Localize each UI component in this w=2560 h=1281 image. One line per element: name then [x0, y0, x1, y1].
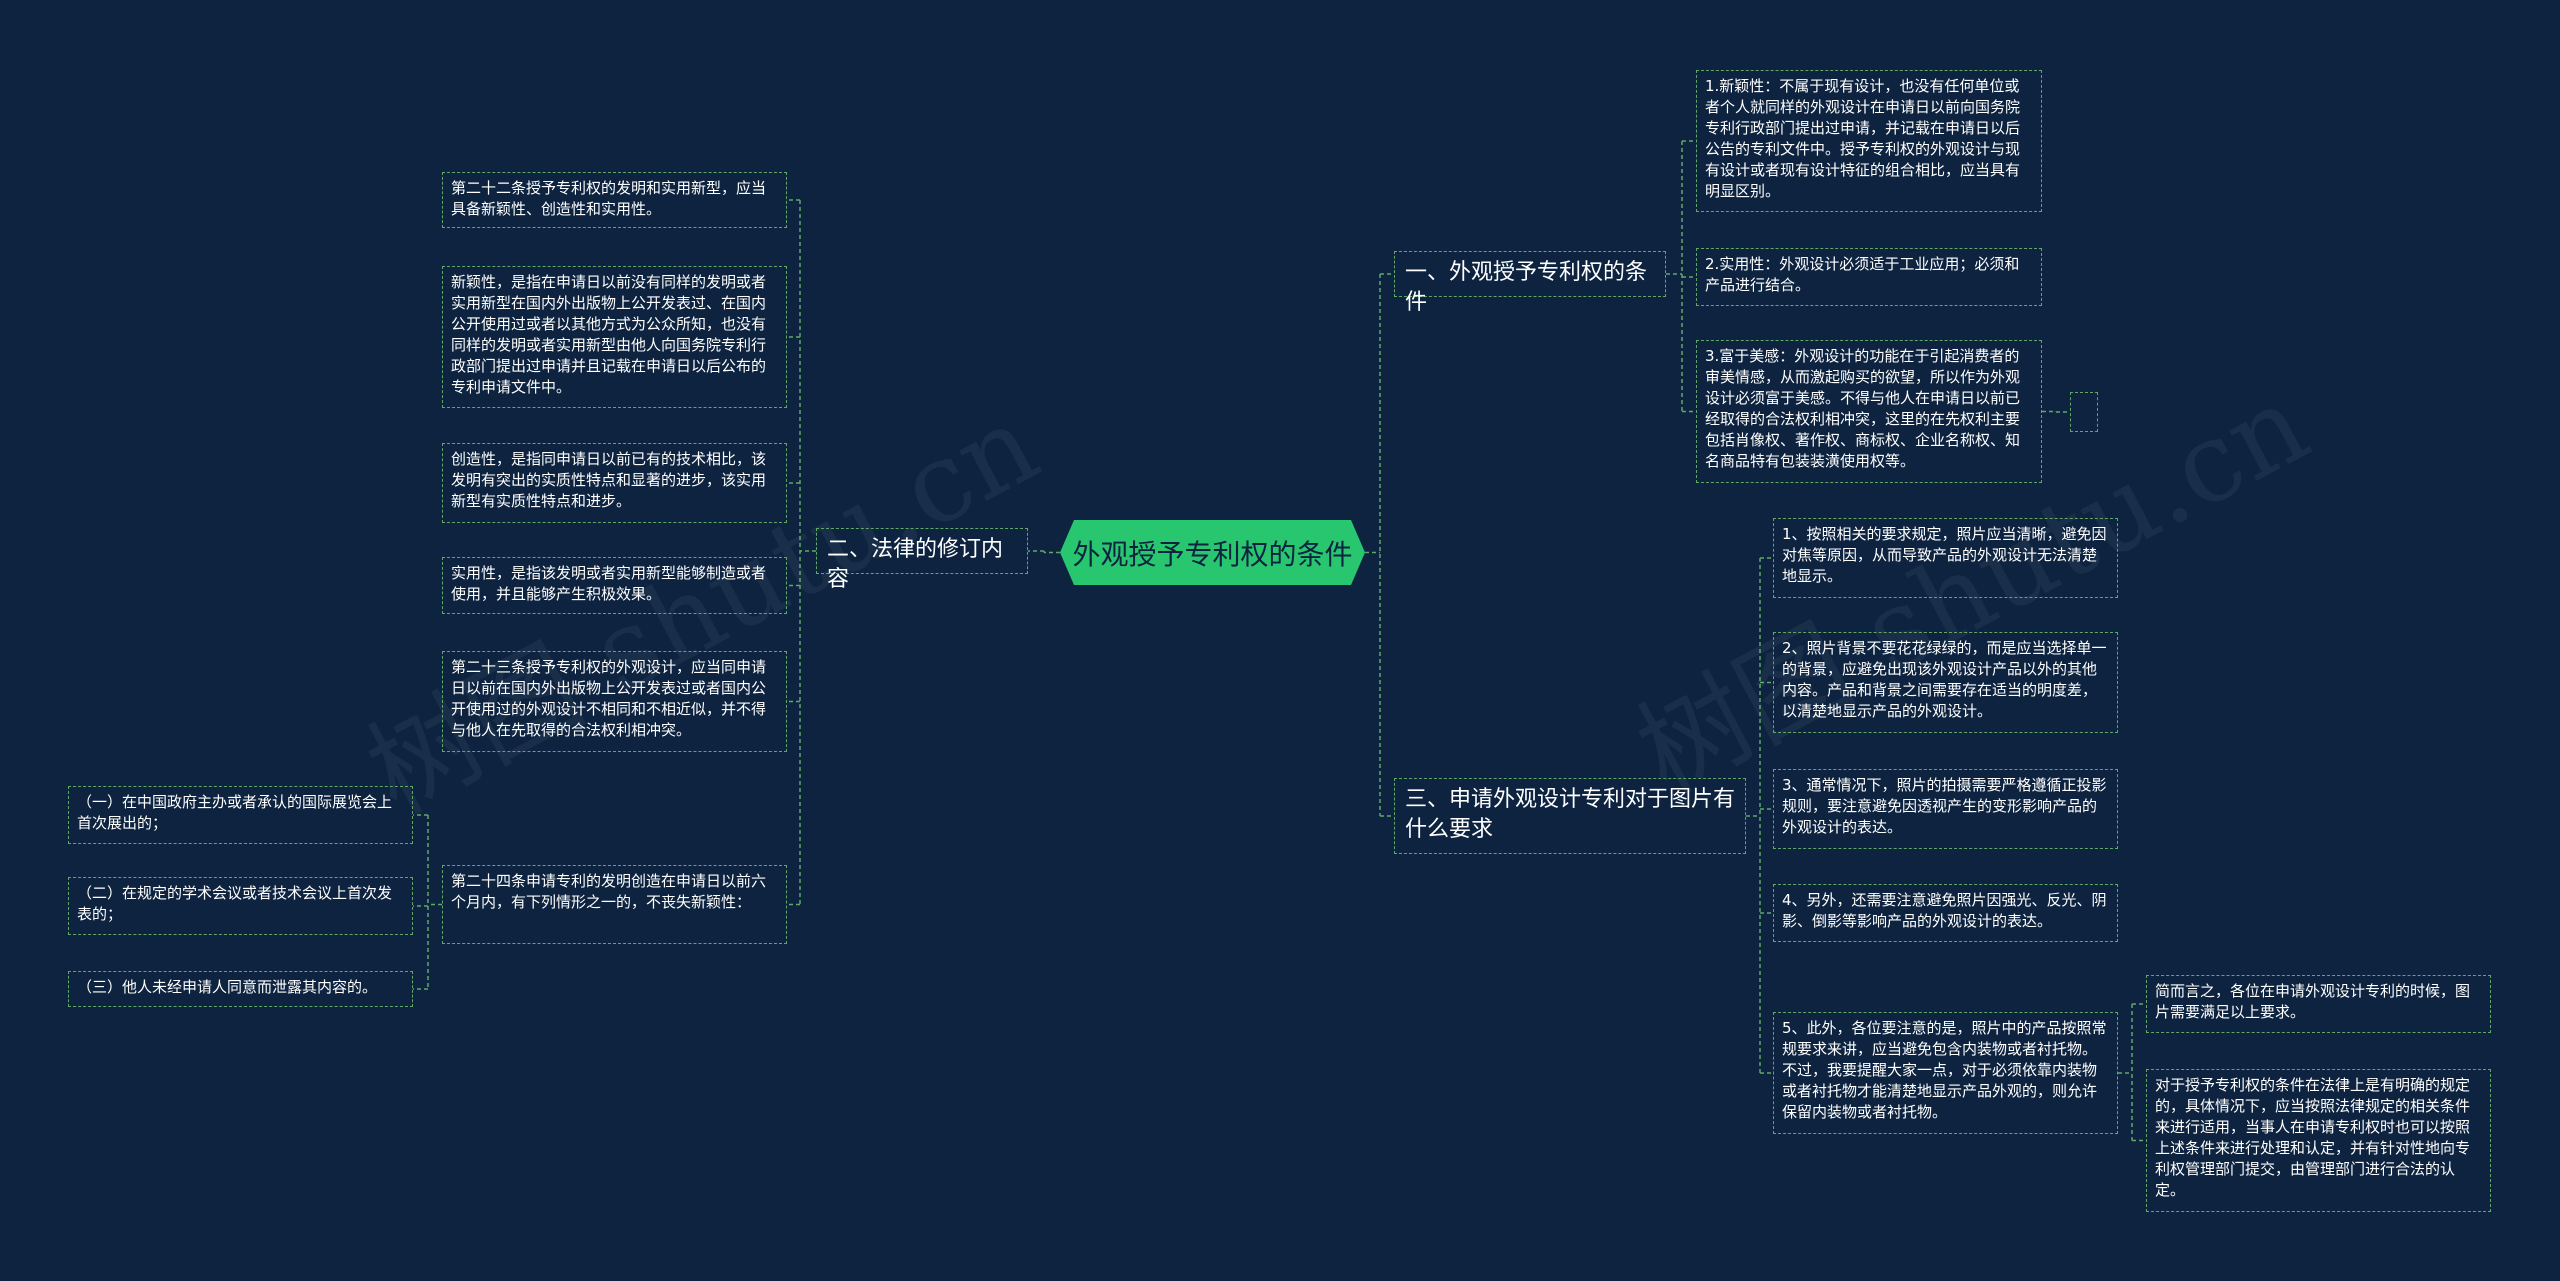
- leaf-photo-lighting[interactable]: 4、另外，还需要注意避免照片因强光、反光、阴影、倒影等影响产品的外观设计的表达。: [1773, 884, 2118, 942]
- branch-photo-requirements[interactable]: 三、申请外观设计专利对于图片有什么要求: [1394, 778, 1746, 854]
- leaf-photo-contents[interactable]: 5、此外，各位要注意的是，照片中的产品按照常规要求来讲，应当避免包含内装物或者衬…: [1773, 1012, 2118, 1134]
- empty-topic-node[interactable]: [2070, 392, 2098, 432]
- leaf-article-23[interactable]: 第二十三条授予专利权的外观设计，应当同申请日以前在国内外出版物上公开发表过或者国…: [442, 651, 787, 752]
- branch-legal-revisions[interactable]: 二、法律的修订内容: [816, 528, 1028, 592]
- leaf-practicality-condition[interactable]: 2.实用性：外观设计必须适于工业应用；必须和产品进行结合。: [1696, 248, 2042, 306]
- leaf-legal-conclusion[interactable]: 对于授予专利权的条件在法律上是有明确的规定的，具体情况下，应当按照法律规定的相关…: [2146, 1069, 2491, 1212]
- leaf-creativity-definition[interactable]: 创造性，是指同申请日以前已有的技术相比，该发明有突出的实质性特点和显著的进步，该…: [442, 443, 787, 523]
- leaf-article-24[interactable]: 第二十四条申请专利的发明创造在申请日以前六个月内，有下列情形之一的，不丧失新颖性…: [442, 865, 787, 944]
- leaf-photo-clarity[interactable]: 1、按照相关的要求规定，照片应当清晰，避免因对焦等原因，从而导致产品的外观设计无…: [1773, 518, 2118, 598]
- central-topic[interactable]: 外观授予专利权的条件: [1060, 520, 1365, 585]
- leaf-article-22[interactable]: 第二十二条授予专利权的发明和实用新型，应当具备新颖性、创造性和实用性。: [442, 172, 787, 228]
- leaf-novelty-definition[interactable]: 新颖性，是指在申请日以前没有同样的发明或者实用新型在国内外出版物上公开发表过、在…: [442, 266, 787, 408]
- leaf-practicality-definition[interactable]: 实用性，是指该发明或者实用新型能够制造或者使用，并且能够产生积极效果。: [442, 557, 787, 614]
- leaf-exception-conference[interactable]: （二）在规定的学术会议或者技术会议上首次发表的；: [68, 877, 413, 935]
- leaf-exception-disclosure[interactable]: （三）他人未经申请人同意而泄露其内容的。: [68, 971, 413, 1007]
- leaf-novelty-condition[interactable]: 1.新颖性：不属于现有设计，也没有任何单位或者个人就同样的外观设计在申请日以前向…: [1696, 70, 2042, 212]
- branch-grant-conditions[interactable]: 一、外观授予专利权的条件: [1394, 251, 1666, 315]
- leaf-exception-exhibition[interactable]: （一）在中国政府主办或者承认的国际展览会上首次展出的；: [68, 786, 413, 844]
- leaf-photo-background[interactable]: 2、照片背景不要花花绿绿的，而是应当选择单一的背景，应避免出现该外观设计产品以外…: [1773, 632, 2118, 733]
- leaf-aesthetics-condition[interactable]: 3.富于美感：外观设计的功能在于引起消费者的审美情感，从而激起购买的欲望，所以作…: [1696, 340, 2042, 483]
- leaf-photo-projection[interactable]: 3、通常情况下，照片的拍摄需要严格遵循正投影规则，要注意避免因透视产生的变形影响…: [1773, 769, 2118, 849]
- leaf-summary[interactable]: 简而言之，各位在申请外观设计专利的时候，图片需要满足以上要求。: [2146, 975, 2491, 1033]
